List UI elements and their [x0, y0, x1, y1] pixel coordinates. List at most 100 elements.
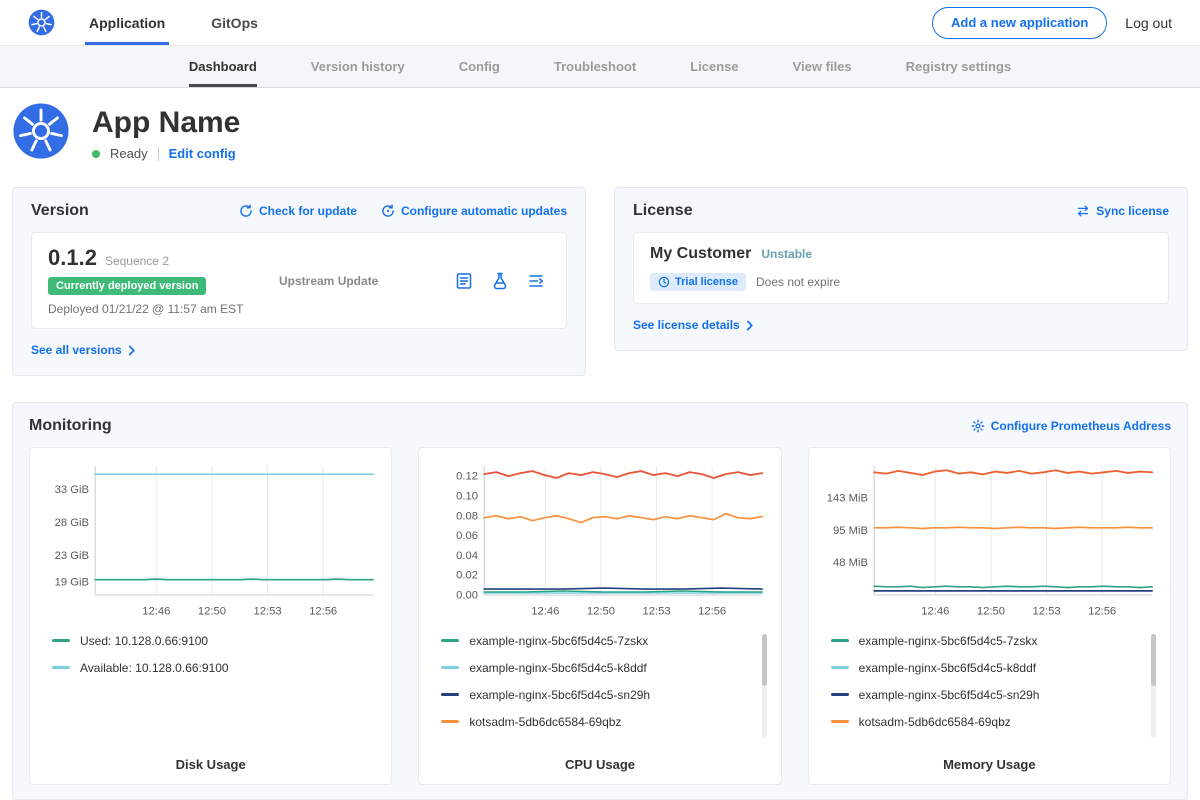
- legend-item: Available: 10.128.0.66:9100: [52, 661, 229, 675]
- topnav-tab-application[interactable]: Application: [85, 0, 169, 45]
- add-application-button[interactable]: Add a new application: [932, 7, 1107, 39]
- svg-text:0.06: 0.06: [456, 530, 478, 542]
- tab-registry-settings[interactable]: Registry settings: [906, 46, 1011, 87]
- svg-text:12:46: 12:46: [142, 605, 170, 617]
- tab-troubleshoot[interactable]: Troubleshoot: [554, 46, 636, 87]
- tab-config[interactable]: Config: [459, 46, 500, 87]
- svg-text:0.08: 0.08: [456, 510, 478, 522]
- sync-license-label: Sync license: [1096, 204, 1169, 218]
- legend-label: Used: 10.128.0.66:9100: [80, 634, 208, 648]
- svg-text:12:56: 12:56: [309, 605, 337, 617]
- legend-label: example-nginx-5bc6f5d4c5-sn29h: [859, 688, 1040, 702]
- tab-version-history[interactable]: Version history: [311, 46, 405, 87]
- svg-text:0.10: 0.10: [456, 490, 478, 502]
- svg-text:12:50: 12:50: [198, 605, 226, 617]
- svg-text:12:46: 12:46: [532, 605, 560, 617]
- status-dot: [92, 150, 100, 158]
- legend-scrollbar[interactable]: [1151, 634, 1156, 738]
- logout-link[interactable]: Log out: [1125, 15, 1172, 31]
- tab-label: Troubleshoot: [554, 59, 636, 74]
- deployed-badge: Currently deployed version: [48, 277, 206, 295]
- svg-text:33 GiB: 33 GiB: [55, 484, 89, 496]
- legend-scrollbar[interactable]: [762, 634, 767, 738]
- legend-swatch: [441, 666, 459, 669]
- cpu-usage-card: 12:4612:5012:5312:560.120.100.080.060.04…: [418, 447, 781, 785]
- gear-icon: [971, 419, 985, 433]
- channel-label: Unstable: [761, 247, 812, 261]
- memory-usage-card: 12:4612:5012:5312:56143 MiB95 MiB48 MiB …: [808, 447, 1171, 785]
- see-license-details-label: See license details: [633, 318, 740, 332]
- svg-text:23 GiB: 23 GiB: [55, 550, 89, 562]
- sync-license-link[interactable]: Sync license: [1076, 204, 1169, 218]
- kubernetes-logo-icon[interactable]: [28, 0, 55, 45]
- trial-license-badge: Trial license: [650, 273, 746, 291]
- sync-icon: [1076, 204, 1090, 218]
- tab-label: View files: [793, 59, 852, 74]
- memory-usage-legend: example-nginx-5bc6f5d4c5-7zskxexample-ng…: [821, 632, 1158, 748]
- scrollbar-thumb[interactable]: [1151, 634, 1156, 686]
- topnav-tab-label: GitOps: [211, 15, 258, 31]
- legend-swatch: [831, 720, 849, 723]
- auto-update-icon: [381, 204, 395, 218]
- svg-text:95 MiB: 95 MiB: [833, 525, 868, 537]
- legend-swatch: [441, 639, 459, 642]
- svg-text:0.04: 0.04: [456, 550, 478, 562]
- version-panel-title: Version: [31, 202, 89, 220]
- configure-auto-updates-label: Configure automatic updates: [401, 204, 567, 218]
- legend-item: example-nginx-5bc6f5d4c5-sn29h: [441, 688, 650, 702]
- legend-label: kotsadm-5db6dc6584-69qbz: [859, 715, 1011, 729]
- legend-swatch: [831, 666, 849, 669]
- tab-license[interactable]: License: [690, 46, 738, 87]
- chevron-right-icon: [128, 345, 136, 356]
- configure-auto-updates-link[interactable]: Configure automatic updates: [381, 204, 567, 218]
- tab-dashboard[interactable]: Dashboard: [189, 46, 257, 87]
- see-license-details-link[interactable]: See license details: [633, 318, 754, 332]
- legend-label: example-nginx-5bc6f5d4c5-k8ddf: [469, 661, 646, 675]
- license-panel-title: License: [633, 202, 693, 220]
- version-number: 0.1.2: [48, 245, 97, 271]
- scrollbar-thumb[interactable]: [762, 634, 767, 686]
- refresh-icon: [239, 204, 253, 218]
- legend-item: example-nginx-5bc6f5d4c5-sn29h: [831, 688, 1040, 702]
- check-for-update-label: Check for update: [259, 204, 357, 218]
- see-all-versions-link[interactable]: See all versions: [31, 343, 136, 357]
- legend-swatch: [831, 693, 849, 696]
- svg-text:12:53: 12:53: [1032, 605, 1060, 617]
- svg-text:28 GiB: 28 GiB: [55, 517, 89, 529]
- app-subnav: Dashboard Version history Config Trouble…: [0, 46, 1200, 88]
- topnav-tab-gitops[interactable]: GitOps: [207, 0, 262, 45]
- release-notes-icon[interactable]: [454, 271, 474, 291]
- edit-config-link[interactable]: Edit config: [169, 146, 236, 161]
- legend-label: example-nginx-5bc6f5d4c5-7zskx: [469, 634, 648, 648]
- deploy-logs-icon[interactable]: [526, 271, 546, 291]
- tab-label: Registry settings: [906, 59, 1011, 74]
- svg-text:12:53: 12:53: [253, 605, 281, 617]
- monitoring-title: Monitoring: [29, 417, 112, 435]
- svg-text:0.00: 0.00: [456, 590, 478, 602]
- cpu-usage-chart: 12:4612:5012:5312:560.120.100.080.060.04…: [431, 458, 768, 620]
- tab-view-files[interactable]: View files: [793, 46, 852, 87]
- svg-text:143 MiB: 143 MiB: [826, 493, 867, 505]
- disk-usage-chart: 12:4612:5012:5312:5633 GiB28 GiB23 GiB19…: [42, 458, 379, 620]
- tab-label: Version history: [311, 59, 405, 74]
- svg-text:12:50: 12:50: [587, 605, 615, 617]
- configure-prometheus-link[interactable]: Configure Prometheus Address: [971, 419, 1171, 433]
- legend-label: kotsadm-5db6dc6584-69qbz: [469, 715, 621, 729]
- configure-prometheus-label: Configure Prometheus Address: [991, 419, 1171, 433]
- tab-label: Config: [459, 59, 500, 74]
- check-for-update-link[interactable]: Check for update: [239, 204, 357, 218]
- tab-label: License: [690, 59, 738, 74]
- chart-title: CPU Usage: [431, 757, 768, 772]
- legend-item: example-nginx-5bc6f5d4c5-k8ddf: [831, 661, 1036, 675]
- legend-label: example-nginx-5bc6f5d4c5-sn29h: [469, 688, 650, 702]
- trial-license-label: Trial license: [675, 276, 738, 288]
- svg-text:12:53: 12:53: [643, 605, 671, 617]
- status-text: Ready: [110, 146, 148, 161]
- topnav-tab-label: Application: [89, 15, 165, 31]
- chart-title: Disk Usage: [42, 757, 379, 772]
- legend-swatch: [831, 639, 849, 642]
- svg-text:12:56: 12:56: [1088, 605, 1116, 617]
- preflight-checks-icon[interactable]: [490, 271, 510, 291]
- legend-swatch: [52, 666, 70, 669]
- customer-name: My Customer: [650, 245, 751, 263]
